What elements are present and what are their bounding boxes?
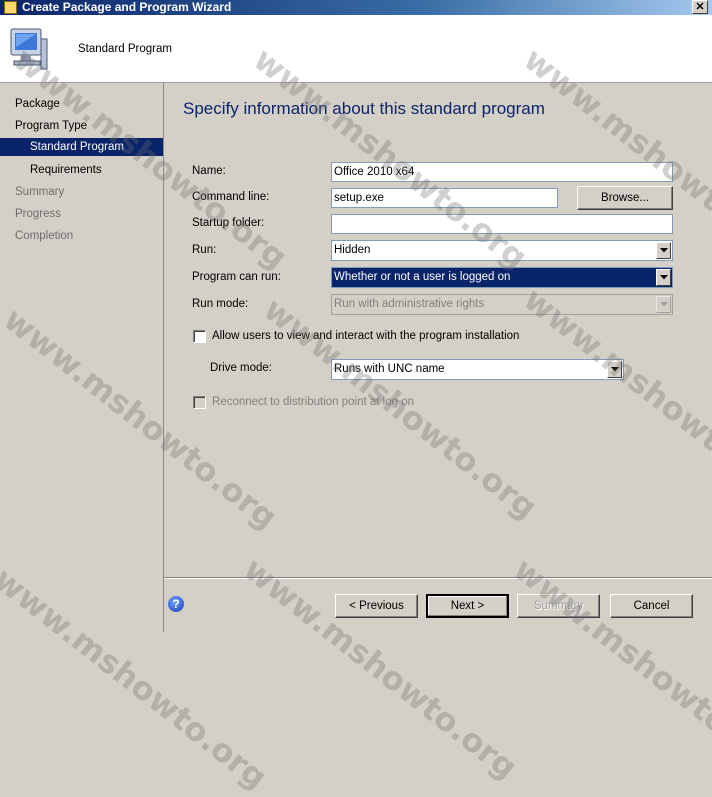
window-title: Create Package and Program Wizard xyxy=(22,0,232,14)
reconnect-checkbox xyxy=(193,396,206,409)
startup-folder-label: Startup folder: xyxy=(192,217,265,229)
wizard-nav: Package Program Type Standard Program Re… xyxy=(0,83,164,632)
nav-item-summary: Summary xyxy=(15,186,65,198)
chevron-down-icon[interactable] xyxy=(656,242,671,259)
name-label: Name: xyxy=(192,165,226,177)
nav-item-package: Package xyxy=(15,98,60,110)
program-can-run-value: Whether or not a user is logged on xyxy=(334,271,511,283)
wizard-app-icon xyxy=(4,1,17,14)
drive-mode-value: Runs with UNC name xyxy=(334,363,445,375)
drive-mode-select[interactable]: Runs with UNC name xyxy=(331,359,624,380)
close-icon[interactable]: ✕ xyxy=(692,0,708,14)
allow-interact-checkbox[interactable] xyxy=(193,330,206,343)
nav-item-progress: Progress xyxy=(15,208,62,220)
computer-icon xyxy=(10,28,48,70)
chevron-down-icon[interactable] xyxy=(656,269,671,286)
nav-item-standard-program: Standard Program xyxy=(0,138,163,156)
help-icon[interactable]: ? xyxy=(168,596,184,612)
chevron-down-icon[interactable] xyxy=(607,361,622,378)
header-title: Standard Program xyxy=(78,43,172,55)
run-mode-label: Run mode: xyxy=(192,298,249,310)
allow-interact-label[interactable]: Allow users to view and interact with th… xyxy=(212,330,519,342)
cancel-button[interactable]: Cancel xyxy=(610,594,693,618)
run-mode-value: Run with administrative rights xyxy=(334,298,485,310)
nav-item-requirements: Requirements xyxy=(30,164,102,176)
next-button[interactable]: Next > xyxy=(426,594,509,618)
run-label: Run: xyxy=(192,244,217,256)
run-mode-select: Run with administrative rights xyxy=(331,294,673,315)
footer-divider xyxy=(164,577,712,579)
run-select[interactable]: Hidden xyxy=(331,240,673,261)
title-bar: Create Package and Program Wizard ✕ xyxy=(0,0,712,15)
nav-item-program-type: Program Type xyxy=(15,120,88,132)
browse-button[interactable]: Browse... xyxy=(577,186,673,210)
nav-item-completion: Completion xyxy=(15,230,74,242)
program-can-run-label: Program can run: xyxy=(192,271,281,283)
summary-button: Summary xyxy=(517,594,600,618)
wizard-header: Standard Program xyxy=(0,15,712,83)
drive-mode-label: Drive mode: xyxy=(210,362,272,374)
run-select-value: Hidden xyxy=(334,244,371,256)
page-title: Specify information about this standard … xyxy=(183,99,545,118)
previous-button[interactable]: < Previous xyxy=(335,594,418,618)
wizard-page: Specify information about this standard … xyxy=(164,83,712,632)
command-line-label: Command line: xyxy=(192,191,270,203)
program-can-run-select[interactable]: Whether or not a user is logged on xyxy=(331,267,673,288)
chevron-down-icon xyxy=(656,296,671,313)
startup-folder-field[interactable] xyxy=(331,214,673,234)
nav-item-standard-program-label: Standard Program xyxy=(30,141,124,153)
name-field[interactable]: Office 2010 x64 xyxy=(331,162,673,182)
reconnect-label: Reconnect to distribution point at log o… xyxy=(212,396,415,408)
command-line-field[interactable]: setup.exe xyxy=(331,188,558,208)
